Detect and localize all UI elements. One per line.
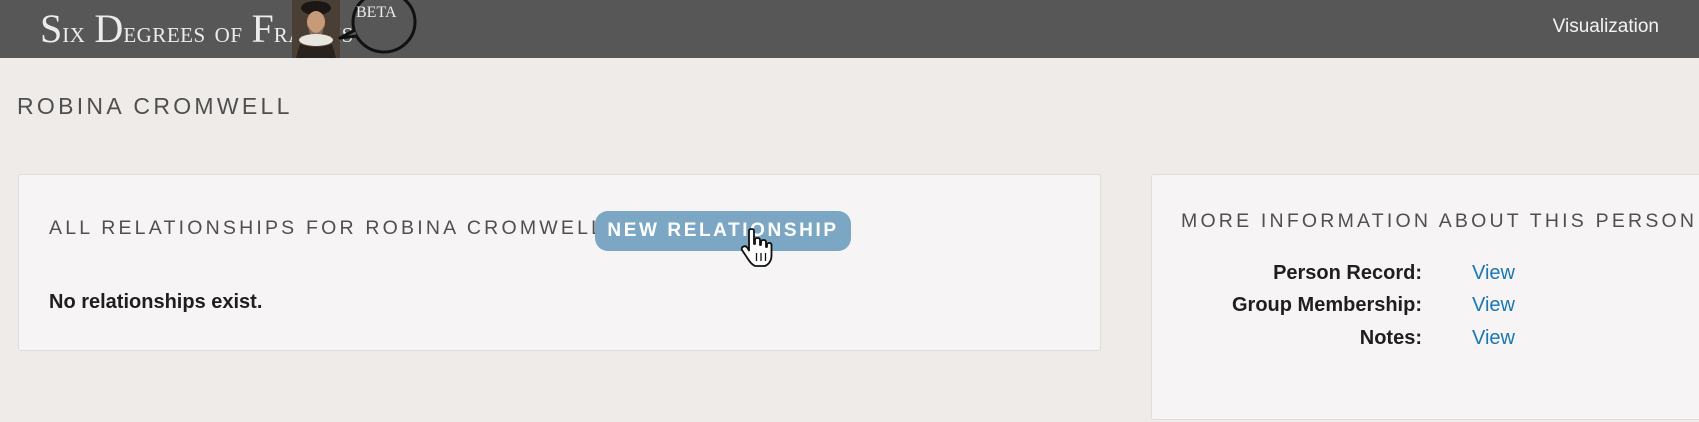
more-info-heading: MORE INFORMATION ABOUT THIS PERSON	[1181, 210, 1698, 232]
brand-letter: B	[356, 4, 367, 21]
relationships-panel: ALL RELATIONSHIPS FOR ROBINA CROMWELL NE…	[18, 174, 1101, 351]
info-row-group-membership: Group Membership: View	[1152, 294, 1699, 324]
francis-bacon-portrait-icon	[292, 0, 340, 58]
brand-letter: F	[251, 6, 274, 51]
new-relationship-button[interactable]: NEW RELATIONSHIP	[595, 211, 851, 251]
brand-text: OF	[214, 23, 243, 47]
brand-letter: S	[40, 6, 63, 51]
brand-letter: D	[94, 6, 124, 51]
notes-label: Notes:	[1359, 327, 1422, 349]
brand-text: EGREES	[123, 23, 206, 47]
group-membership-label: Group Membership:	[1231, 294, 1422, 316]
hand-pointer-cursor-icon	[740, 228, 773, 267]
beta-label: BETA	[356, 4, 397, 54]
info-row-person-record: Person Record: View	[1152, 262, 1699, 292]
page-title: ROBINA CROMWELL	[17, 93, 293, 119]
more-info-panel: MORE INFORMATION ABOUT THIS PERSON Perso…	[1151, 174, 1699, 420]
info-row-notes: Notes: View	[1152, 327, 1699, 357]
relationships-heading: ALL RELATIONSHIPS FOR ROBINA CROMWELL	[49, 217, 606, 239]
group-membership-view-link[interactable]: View	[1472, 294, 1515, 317]
person-record-view-link[interactable]: View	[1472, 262, 1515, 285]
notes-view-link[interactable]: View	[1472, 327, 1515, 350]
top-navbar: SIXDEGREESOFFRANCIS BETA Visualization	[0, 0, 1699, 58]
nav-visualization-link[interactable]: Visualization	[1553, 16, 1659, 38]
brand-text: ETA	[366, 4, 397, 21]
person-record-label: Person Record:	[1273, 262, 1422, 284]
no-relationships-message: No relationships exist.	[49, 291, 263, 313]
brand-text: IX	[62, 23, 86, 47]
